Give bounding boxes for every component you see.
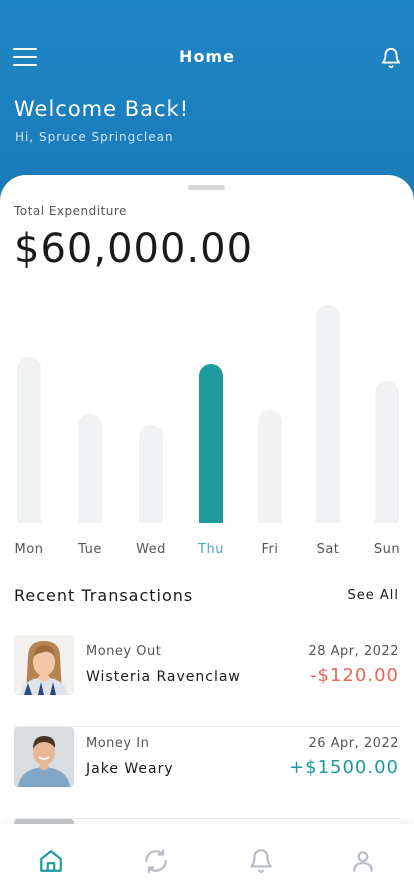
chart-day-label: Wed [136, 542, 166, 557]
drag-handle[interactable] [188, 185, 225, 190]
transaction-name: Jake Weary [86, 761, 174, 777]
transaction-date: 28 Apr, 2022 [308, 644, 399, 659]
transaction-type: Money In [86, 736, 150, 751]
chart-bar-mon[interactable] [17, 357, 41, 523]
refresh-icon[interactable] [143, 848, 169, 874]
chart-bar-sun[interactable] [375, 381, 399, 523]
bell-icon[interactable] [248, 848, 274, 874]
transaction-type: Money Out [86, 644, 162, 659]
see-all-link[interactable]: See All [348, 588, 400, 603]
avatar [14, 635, 74, 695]
chart-bar-wed[interactable] [139, 425, 163, 523]
expenditure-amount: $60,000.00 [14, 226, 254, 272]
content-sheet: Total Expenditure $60,000.00 Mon Tue Wed Th… [0, 175, 414, 896]
welcome-heading: Welcome Back! [14, 97, 190, 121]
chart-bar-thu[interactable] [199, 364, 223, 523]
transaction-row[interactable]: Money Out Wisteria Ravenclaw 28 Apr, 202… [0, 635, 414, 727]
transaction-row[interactable]: Money In Jake Weary 26 Apr, 2022 +$1500.… [0, 727, 414, 819]
recent-transactions-title: Recent Transactions [14, 586, 194, 605]
weekly-expense-chart: Mon Tue Wed Thu Fri Sat Sun [0, 285, 414, 565]
chart-day-label: Tue [78, 542, 102, 557]
home-icon[interactable] [38, 848, 64, 874]
chart-day-label: Mon [14, 542, 44, 557]
transaction-amount: +$1500.00 [289, 757, 399, 778]
chart-bar-sat[interactable] [316, 305, 340, 523]
expenditure-label: Total Expenditure [14, 204, 127, 218]
chart-day-label: Fri [261, 542, 279, 557]
page-title: Home [179, 47, 235, 66]
greeting-text: Hi, Spruce Springclean [15, 130, 174, 144]
avatar [14, 727, 74, 787]
chart-day-label: Thu [198, 542, 224, 557]
chart-bar-fri[interactable] [258, 410, 282, 523]
app-header: Home Welcome Back! Hi, Spruce Springclea… [0, 0, 414, 200]
transaction-date: 26 Apr, 2022 [308, 736, 399, 751]
chart-day-label: Sat [316, 542, 340, 557]
transaction-name: Wisteria Ravenclaw [86, 669, 241, 685]
bell-icon[interactable] [380, 47, 402, 69]
bottom-tab-bar [0, 824, 414, 896]
chart-bar-tue[interactable] [78, 414, 102, 523]
transaction-amount: -$120.00 [310, 665, 399, 686]
chart-day-label: Sun [373, 542, 401, 557]
user-icon[interactable] [350, 848, 376, 874]
